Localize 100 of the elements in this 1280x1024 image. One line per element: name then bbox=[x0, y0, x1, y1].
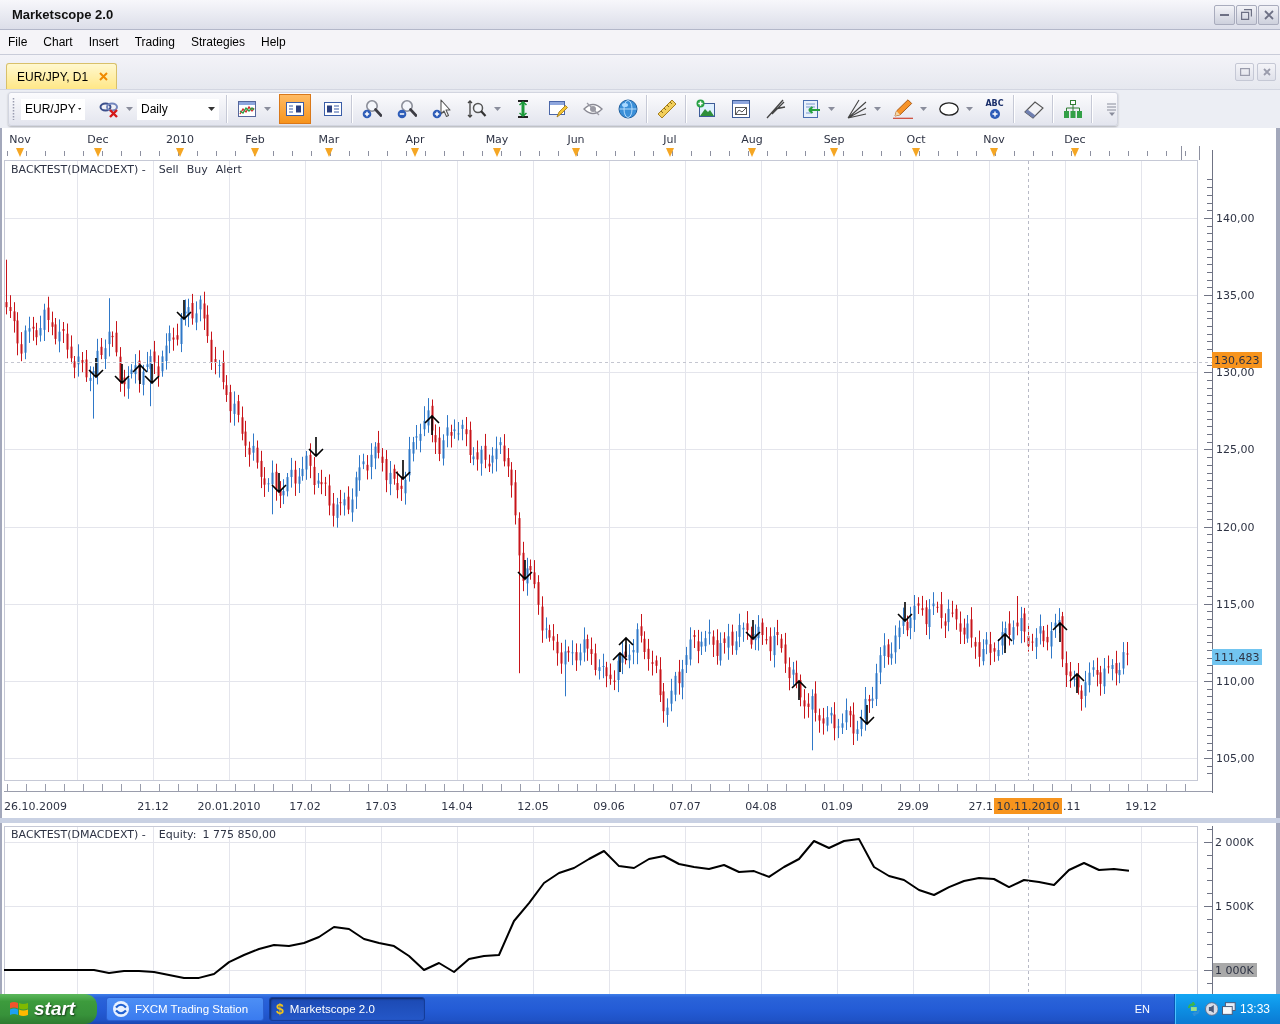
toolbar-button[interactable] bbox=[279, 94, 311, 124]
close-button[interactable] bbox=[1258, 4, 1279, 25]
window-chart-icon bbox=[730, 99, 751, 119]
window-pencil-icon bbox=[547, 99, 568, 119]
month-marker-icon bbox=[493, 148, 501, 157]
dropdown-caret-icon[interactable] bbox=[828, 107, 835, 111]
magnifier-bracket-icon bbox=[466, 99, 487, 119]
date-axis-label: 20.01.2010 bbox=[197, 800, 261, 813]
month-label: Nov bbox=[9, 133, 31, 146]
speaker-icon[interactable] bbox=[1204, 1002, 1219, 1016]
dropdown-caret-icon[interactable] bbox=[494, 107, 501, 111]
month-label: Jun bbox=[567, 133, 585, 146]
down-arrow-icon bbox=[114, 363, 130, 385]
hierarchy-icon bbox=[1062, 100, 1083, 118]
price-axis-label: 135,00 bbox=[1216, 289, 1255, 302]
price-axis-label: 105,00 bbox=[1216, 752, 1255, 765]
minimize-icon bbox=[1220, 13, 1229, 16]
month-label: Apr bbox=[405, 133, 425, 146]
month-marker-icon bbox=[912, 148, 920, 157]
dropdown-caret-icon[interactable] bbox=[966, 107, 973, 111]
menu-item[interactable]: Help bbox=[261, 35, 286, 49]
up-arrow-icon bbox=[1052, 621, 1068, 643]
legend-label: Buy bbox=[186, 163, 208, 176]
date-axis-label: 17.02 bbox=[289, 800, 321, 813]
date-axis-label: 26.10.2009 bbox=[4, 800, 67, 813]
date-axis-label: .11 bbox=[1063, 800, 1081, 813]
dropdown-caret-icon[interactable] bbox=[920, 107, 927, 111]
restore-button[interactable] bbox=[1236, 4, 1257, 25]
window-pair-icon[interactable] bbox=[1222, 1002, 1236, 1016]
dropdown-caret-icon[interactable] bbox=[126, 107, 133, 111]
dropdown[interactable]: EUR/JPY bbox=[21, 98, 85, 120]
zoom-in-icon bbox=[361, 99, 382, 119]
plus-icon bbox=[989, 108, 1000, 119]
month-label: 2010 bbox=[166, 133, 194, 146]
menu-item[interactable]: File bbox=[8, 35, 28, 49]
price-axis-label: 115,00 bbox=[1216, 598, 1255, 611]
up-arrow-icon bbox=[791, 679, 807, 701]
window-list-icon bbox=[285, 99, 305, 119]
menu-item[interactable]: Strategies bbox=[190, 35, 245, 49]
tab[interactable]: EUR/JPY, D1 bbox=[6, 63, 118, 89]
close-icon bbox=[1263, 9, 1274, 20]
month-marker-icon bbox=[1071, 148, 1079, 157]
date-axis-label: 01.09 bbox=[821, 800, 853, 813]
up-arrow-icon bbox=[997, 632, 1013, 654]
month-marker-icon bbox=[251, 148, 259, 157]
indicator-legend: BACKTEST(DMACDEXT) - bbox=[11, 163, 146, 176]
price-axis-label: 120,00 bbox=[1216, 521, 1255, 534]
close-icon bbox=[1262, 68, 1271, 76]
down-arrow-icon bbox=[897, 601, 913, 623]
start-button[interactable]: start bbox=[0, 994, 97, 1024]
month-marker-icon bbox=[572, 148, 580, 157]
up-arrow-icon bbox=[612, 651, 628, 673]
crosshair-price-label: 130,623 bbox=[1212, 352, 1262, 368]
month-marker-icon bbox=[176, 148, 184, 157]
fan-lines-icon bbox=[846, 99, 867, 119]
month-marker-icon bbox=[94, 148, 102, 157]
language-indicator[interactable]: EN bbox=[1134, 1003, 1150, 1015]
arrows-icon[interactable] bbox=[1187, 1002, 1201, 1016]
toolbar-button[interactable]: ABC bbox=[983, 95, 1006, 123]
month-marker-icon bbox=[666, 148, 674, 157]
minimize-button[interactable] bbox=[1214, 4, 1235, 25]
month-label: May bbox=[485, 133, 509, 146]
menu-item[interactable]: Trading bbox=[134, 35, 175, 49]
dropdown-caret-icon[interactable] bbox=[264, 107, 271, 111]
ruler-icon bbox=[656, 99, 677, 119]
dollar-icon: $ bbox=[276, 1001, 284, 1017]
dropdown[interactable]: Daily bbox=[137, 98, 219, 120]
dropdown-caret-icon[interactable] bbox=[874, 107, 881, 111]
equity-value: 1 775 850,00 bbox=[202, 828, 276, 841]
price-axis-label: 140,00 bbox=[1216, 212, 1255, 225]
grip-icon[interactable] bbox=[12, 98, 15, 120]
image-plus-icon bbox=[695, 99, 716, 119]
price-axis-label: 130,00 bbox=[1216, 366, 1255, 379]
month-label: Oct bbox=[906, 133, 926, 146]
taskbar-button[interactable]: FXCM Trading Station bbox=[106, 997, 264, 1021]
overflow-menu-icon bbox=[1107, 102, 1116, 116]
menu-item[interactable]: Insert bbox=[88, 35, 119, 49]
ellipse-icon bbox=[938, 102, 959, 116]
date-axis-label: 09.06 bbox=[593, 800, 625, 813]
legend-label: Alert bbox=[215, 163, 242, 176]
month-label: Mar bbox=[318, 133, 340, 146]
month-marker-icon bbox=[990, 148, 998, 157]
maximize-button[interactable] bbox=[1235, 63, 1254, 81]
date-axis-label: 29.09 bbox=[897, 800, 929, 813]
up-arrow-icon bbox=[424, 414, 440, 436]
month-marker-icon bbox=[748, 148, 756, 157]
month-marker-icon bbox=[325, 148, 333, 157]
menu-item[interactable]: Chart bbox=[43, 35, 73, 49]
crosshair-date-label: 10.11.2010 bbox=[994, 798, 1062, 814]
close-button[interactable] bbox=[1257, 63, 1276, 81]
month-label: Nov bbox=[983, 133, 1005, 146]
month-label: Feb bbox=[245, 133, 265, 146]
down-arrow-icon bbox=[859, 704, 875, 726]
restore-icon bbox=[1241, 9, 1252, 20]
taskbar-button[interactable]: $ Marketscope 2.0 bbox=[269, 997, 425, 1021]
down-arrow-icon bbox=[176, 299, 192, 321]
month-label: Sep bbox=[823, 133, 845, 146]
date-axis-label: 12.05 bbox=[517, 800, 549, 813]
equity-axis-label: 1 500K bbox=[1215, 900, 1254, 913]
date-axis-label: 19.12 bbox=[1125, 800, 1157, 813]
